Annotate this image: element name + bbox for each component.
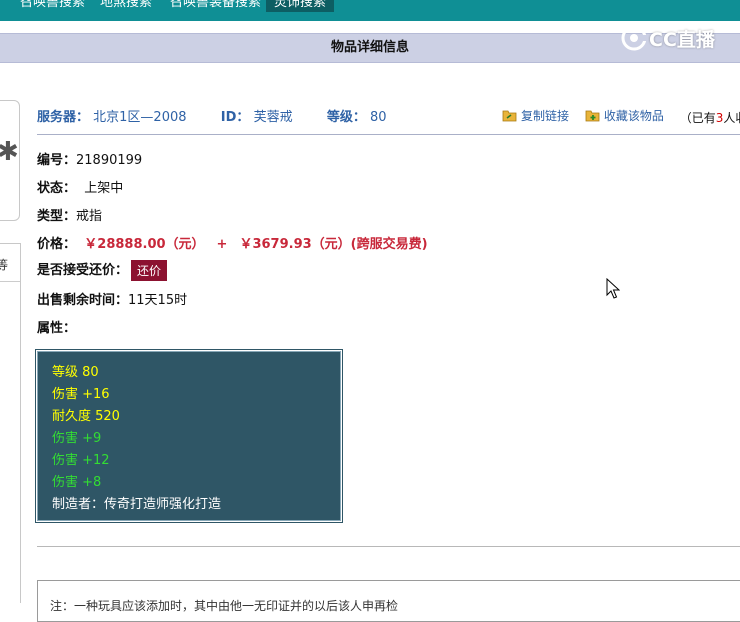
attributes-box: 等级 80 伤害 +16 耐久度 520 伤害 +9 伤害 +12 伤害 +8 … bbox=[35, 349, 343, 523]
left-tab-fragment[interactable]: 等 bbox=[0, 256, 8, 273]
item-actions: 复制链接 收藏该物品 （已有3人收藏 bbox=[502, 107, 740, 125]
level-value: 80 bbox=[370, 110, 387, 125]
type-label: 类型： bbox=[37, 209, 77, 224]
time-value: 11天15时 bbox=[128, 293, 188, 308]
favorite-count-note: （已有3人收藏 bbox=[679, 111, 740, 125]
level-label: 等级： bbox=[326, 110, 366, 125]
folder-link-icon bbox=[502, 110, 517, 122]
info-row: 服务器： 北京1区—2008 ID： 芙蓉戒 等级： 80 bbox=[37, 106, 387, 125]
bargain-button[interactable]: 还价 bbox=[131, 260, 168, 281]
favorite-label: 收藏该物品 bbox=[603, 109, 664, 123]
price-plus: + bbox=[216, 237, 228, 252]
bargain-label: 是否接受还价： bbox=[37, 263, 129, 278]
price-fee: ￥3679.93（元）(跨服交易费) bbox=[239, 237, 428, 252]
number-label: 编号： bbox=[37, 153, 77, 168]
attr-row: 属性： bbox=[37, 317, 76, 336]
id-label: ID： bbox=[220, 110, 250, 125]
bottom-note-box: 注：一种玩具应该添加时，其中由他一无印证并的以后该人申再检 bbox=[37, 580, 740, 622]
server-label: 服务器： bbox=[37, 110, 90, 125]
header-divider bbox=[37, 134, 740, 135]
attr-line: 伤害 +16 bbox=[52, 387, 110, 402]
section-divider bbox=[37, 546, 740, 547]
type-value: 戒指 bbox=[76, 209, 103, 224]
price-row: 价格： ￥28888.00（元） + ￥3679.93（元）(跨服交易费) bbox=[37, 233, 428, 252]
id-value: 芙蓉戒 bbox=[253, 110, 293, 125]
number-value: 21890199 bbox=[76, 153, 143, 168]
status-label: 状态： bbox=[37, 181, 77, 196]
server-value: 北京1区—2008 bbox=[93, 110, 187, 125]
price-label: 价格： bbox=[37, 237, 77, 252]
attr-label: 属性： bbox=[37, 321, 77, 336]
price-main: ￥28888.00（元） bbox=[84, 237, 205, 252]
mouse-cursor-icon bbox=[606, 278, 620, 299]
bargain-row: 是否接受还价： 还价 bbox=[37, 259, 168, 281]
left-panel: 等 bbox=[0, 243, 21, 603]
item-image-card: ✱ bbox=[0, 100, 20, 221]
time-row: 出售剩余时间：11天15时 bbox=[37, 289, 187, 308]
copy-link-label: 复制链接 bbox=[521, 109, 570, 123]
attr-line: 等级 80 bbox=[52, 365, 99, 380]
tab-pet-equip-search[interactable]: 召唤兽装备搜索 bbox=[170, 0, 261, 12]
attr-line: 伤害 +8 bbox=[52, 475, 102, 490]
number-row: 编号：21890199 bbox=[37, 149, 142, 168]
price-value: ￥28888.00（元） + ￥3679.93（元）(跨服交易费) bbox=[84, 237, 427, 252]
attr-line: 耐久度 520 bbox=[52, 409, 120, 424]
cc-watermark: CC直播 bbox=[621, 24, 715, 52]
favorite-button[interactable]: 收藏该物品 bbox=[585, 107, 664, 124]
copy-link-button[interactable]: 复制链接 bbox=[502, 107, 569, 124]
top-nav: 召唤兽搜索 地煞搜索 召唤兽装备搜索 灵饰搜索 bbox=[0, 0, 740, 21]
bottom-note-text: 注：一种玩具应该添加时，其中由他一无印证并的以后该人申再检 bbox=[50, 599, 399, 613]
folder-add-icon bbox=[585, 110, 600, 122]
tab-pet-search[interactable]: 召唤兽搜索 bbox=[20, 0, 85, 12]
status-row: 状态： 上架中 bbox=[37, 177, 123, 196]
attr-maker-line: 制造者：传奇打造师强化打造 bbox=[52, 497, 222, 512]
tab-disha-search[interactable]: 地煞搜索 bbox=[100, 0, 152, 12]
left-panel-divider bbox=[0, 281, 20, 282]
status-value: 上架中 bbox=[84, 181, 124, 196]
cc-logo-icon bbox=[621, 25, 647, 51]
attr-line: 伤害 +12 bbox=[52, 453, 110, 468]
tab-accessory-search[interactable]: 灵饰搜索 bbox=[266, 0, 335, 12]
type-row: 类型：戒指 bbox=[37, 205, 102, 224]
attr-line: 伤害 +9 bbox=[52, 431, 102, 446]
watermark-text: CC直播 bbox=[649, 28, 715, 51]
item-image-icon: ✱ bbox=[0, 137, 19, 167]
time-label: 出售剩余时间： bbox=[37, 293, 129, 308]
